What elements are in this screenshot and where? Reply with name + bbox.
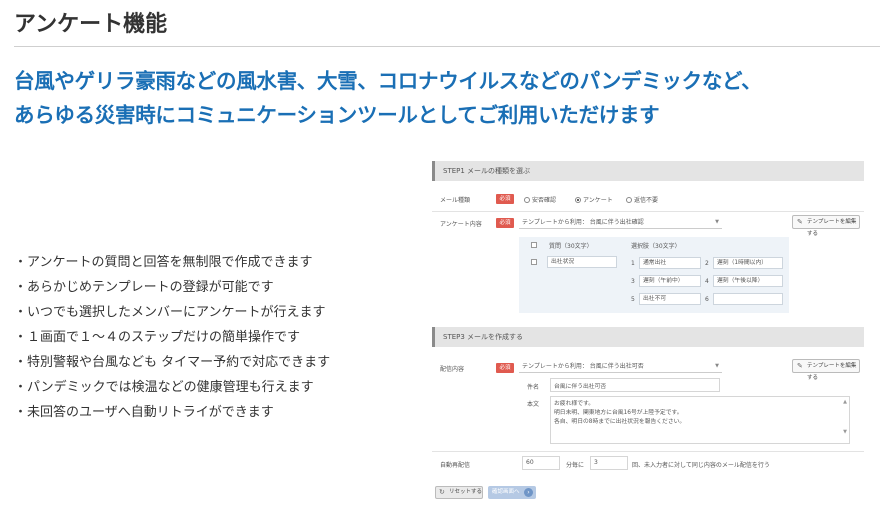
chevron-down-icon: ▼ [715, 363, 719, 369]
button-label: テンプレートを編集する [807, 219, 857, 237]
refresh-icon: ↻ [439, 488, 445, 496]
question-checkbox[interactable] [531, 259, 537, 265]
choice-number: 3 [631, 278, 635, 285]
feature-item: ・特別警報や台風なども タイマー予約で対応できます [14, 355, 331, 370]
body-line: お疲れ様です。 [554, 401, 594, 407]
feature-item: ・いつでも選択したメンバーにアンケートが行えます [14, 305, 326, 320]
edit-template-button[interactable]: ✎ テンプレートを編集する [792, 215, 860, 237]
feature-item: ・未回答のユーザへ自動リトライができます [14, 405, 274, 420]
choice-input[interactable]: 通常出社 [639, 257, 701, 269]
resend-description: 回、未入力者に対して同じ内容のメール配信を行う [632, 462, 770, 469]
select-value: テンプレートから利用： 台風に伴う出社可否 [522, 363, 644, 370]
choice-input[interactable]: 出社不可 [639, 293, 701, 305]
chevron-down-icon: ▼ [715, 219, 719, 225]
button-label: リセットする [449, 489, 483, 495]
feature-item: ・アンケートの質問と回答を無制限で作成できます [14, 255, 313, 270]
radio-label: 返信不要 [634, 197, 659, 204]
button-label: テンプレートを編集する [807, 363, 857, 381]
choice-input[interactable]: 遅刻（午前中） [639, 275, 701, 287]
body-line: 各自、明日の8時までに出社状況を報告ください。 [554, 419, 686, 425]
radio-off-icon [626, 197, 632, 203]
delivery-content-label: 配信内容 [440, 366, 465, 373]
page-title: アンケート機能 [14, 12, 168, 37]
feature-list: ・アンケートの質問と回答を無制限で作成できます ・あらかじめテンプレートの登録が… [14, 250, 330, 425]
headline-line-2: あらゆる災害時にコミュニケーションツールとしてご利用いただけます [14, 103, 660, 127]
arrow-right-icon: › [524, 488, 533, 497]
select-value: テンプレートから利用： 台風に伴う出社確認 [522, 219, 644, 226]
choice-number: 1 [631, 260, 635, 267]
feature-item: ・パンデミックでは検温などの健康管理も行えます [14, 380, 314, 395]
question-editor: 質問（30文字） 選択肢（30文字） 出社状況 1 通常出社 2 遅刻（1時間以… [519, 237, 789, 313]
choice-number: 4 [705, 278, 709, 285]
resend-count-input[interactable]: 3 [590, 456, 628, 470]
subject-label: 件名 [527, 384, 540, 391]
scrollbar[interactable]: ▲ ▼ [843, 399, 847, 435]
headline: 台風やゲリラ豪雨などの風水害、大雪、コロナウイルスなどのパンデミックなど、 あら… [14, 64, 884, 132]
step1-header: STEP1 メールの種類を選ぶ [432, 161, 864, 181]
headline-line-1: 台風やゲリラ豪雨などの風水害、大雪、コロナウイルスなどのパンデミックなど、 [14, 69, 762, 93]
choice-number: 6 [705, 296, 709, 303]
resend-unit-label: 分毎に [566, 462, 585, 469]
radio-label: アンケート [583, 197, 613, 204]
choice-input[interactable]: 遅刻（午後以降） [713, 275, 783, 287]
select-all-checkbox[interactable] [531, 242, 537, 248]
required-badge: 必須 [496, 194, 514, 204]
auto-resend-label: 自動再配信 [440, 462, 471, 469]
survey-template-select[interactable]: テンプレートから利用： 台風に伴う出社確認 ▼ [519, 216, 722, 229]
body-label: 本文 [527, 401, 540, 408]
radio-no-reply[interactable]: 返信不要 [626, 195, 658, 204]
delivery-template-select[interactable]: テンプレートから利用： 台風に伴う出社可否 ▼ [519, 360, 722, 373]
radio-on-icon [575, 197, 581, 203]
question-column-header: 質問（30文字） [549, 243, 593, 250]
required-badge: 必須 [496, 363, 514, 373]
choice-number: 2 [705, 260, 709, 267]
radio-label: 安否確認 [532, 197, 557, 204]
body-line: 明日未明、関東地方に台風16号が上陸予定です。 [554, 410, 683, 416]
question-input[interactable]: 出社状況 [547, 256, 617, 268]
feature-item: ・１画面で１～４のステップだけの簡単操作です [14, 330, 301, 345]
survey-content-label: アンケート内容 [440, 221, 482, 228]
choice-number: 5 [631, 296, 635, 303]
button-label: 確認画面へ [492, 489, 520, 495]
subject-input[interactable]: 台風に伴う出社可否 [550, 378, 720, 392]
feature-item: ・あらかじめテンプレートの登録が可能です [14, 280, 274, 295]
row-divider [432, 451, 864, 452]
radio-off-icon [524, 197, 530, 203]
title-divider [14, 46, 880, 47]
resend-interval-input[interactable]: 60 [522, 456, 560, 470]
choices-column-header: 選択肢（30文字） [631, 243, 681, 250]
pencil-icon: ✎ [797, 362, 803, 370]
choice-input[interactable]: 遅刻（1時間以内） [713, 257, 783, 269]
edit-template-button[interactable]: ✎ テンプレートを編集する [792, 359, 860, 381]
step3-header: STEP3 メールを作成する [432, 327, 864, 347]
confirm-button[interactable]: 確認画面へ › [488, 486, 536, 499]
mail-type-label: メール種類 [440, 197, 471, 204]
required-badge: 必須 [496, 218, 514, 228]
pencil-icon: ✎ [797, 218, 803, 226]
reset-button[interactable]: ↻ リセットする [435, 486, 483, 499]
choice-input[interactable] [713, 293, 783, 305]
radio-safety[interactable]: 安否確認 [524, 195, 556, 204]
body-textarea[interactable]: お疲れ様です。 明日未明、関東地方に台風16号が上陸予定です。 各自、明日の8時… [550, 396, 850, 444]
radio-survey[interactable]: アンケート [575, 195, 613, 204]
survey-form-screenshot: STEP1 メールの種類を選ぶ メール種類 必須 安否確認 アンケート 返信不要… [432, 157, 864, 507]
row-divider [432, 211, 864, 212]
